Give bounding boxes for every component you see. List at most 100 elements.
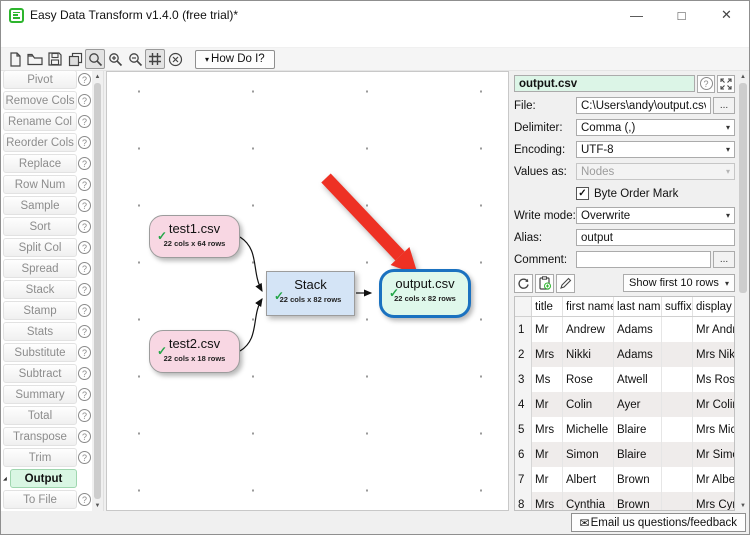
help-icon[interactable]: ? [78, 346, 91, 359]
sidebar-item-button[interactable]: Replace [3, 154, 77, 173]
save-icon[interactable] [45, 49, 65, 69]
comment-field[interactable] [576, 251, 711, 268]
sidebar-item-button[interactable]: Sample [3, 196, 77, 215]
browse-file-button[interactable]: ... [713, 97, 735, 114]
write-mode-select[interactable]: Overwrite ▾ [576, 207, 735, 224]
sidebar-item-button[interactable]: Split Col [3, 238, 77, 257]
help-icon[interactable]: ? [78, 157, 91, 170]
delimiter-select[interactable]: Comma (,) ▾ [576, 119, 735, 136]
reset-zoom-icon[interactable] [165, 49, 185, 69]
pan-zoom-icon[interactable] [85, 49, 105, 69]
table-row[interactable]: 5 Mrs Michelle Blaire Mrs Michelle Blair… [515, 417, 734, 442]
menu-item[interactable] [61, 36, 75, 40]
sidebar-item-button[interactable]: To File [3, 490, 77, 509]
zoom-out-icon[interactable] [125, 49, 145, 69]
help-icon[interactable]: ? [78, 178, 91, 191]
scroll-up-icon[interactable]: ▲ [740, 71, 746, 82]
help-icon[interactable]: ? [78, 451, 91, 464]
pipeline-canvas[interactable]: ✓ test1.csv 22 cols x 64 rows ✓ test2.cs… [106, 71, 509, 511]
help-icon[interactable]: ? [78, 388, 91, 401]
file-path-field[interactable] [576, 97, 711, 114]
toggle-grid-icon[interactable] [145, 49, 165, 69]
scroll-down-icon[interactable]: ▼ [95, 500, 101, 511]
table-row[interactable]: 2 Mrs Nikki Adams Mrs Nikki Adams [515, 342, 734, 367]
table-row[interactable]: 1 Mr Andrew Adams Mr Andrew Adams [515, 317, 734, 342]
menu-item[interactable] [19, 36, 33, 40]
sidebar-item-button[interactable]: Reorder Cols [3, 133, 77, 152]
sidebar-item: ◢ Trim ? [3, 448, 92, 467]
menu-item[interactable] [5, 36, 19, 40]
sidebar-item-button[interactable]: Total [3, 406, 77, 425]
inspector-scroll-thumb[interactable] [739, 83, 747, 293]
help-icon[interactable]: ? [78, 283, 91, 296]
how-do-i-button[interactable]: ▾ How Do I? [195, 50, 275, 69]
rows-filter-select[interactable]: Show first 10 rows ▾ [623, 274, 735, 292]
sidebar-item-button[interactable]: Summary [3, 385, 77, 404]
node-test2[interactable]: ✓ test2.csv 22 cols x 18 rows [149, 330, 240, 373]
sidebar-item: ◢ Row Num ? [3, 175, 92, 194]
edit-button[interactable] [556, 274, 575, 293]
help-icon[interactable]: ? [78, 220, 91, 233]
table-row[interactable]: 8 Mrs Cynthia Brown Mrs Cynthia Brown [515, 492, 734, 510]
help-icon[interactable]: ? [78, 115, 91, 128]
data-preview-table[interactable]: title first name last name suffix displa… [514, 296, 735, 511]
node-output-selected[interactable]: ✓ output.csv 22 cols x 82 rows [379, 269, 471, 318]
zoom-in-icon[interactable] [105, 49, 125, 69]
help-icon[interactable]: ? [78, 199, 91, 212]
help-icon[interactable]: ? [78, 262, 91, 275]
new-file-icon[interactable] [5, 49, 25, 69]
copy-to-clipboard-button[interactable] [535, 274, 554, 293]
sidebar-item-button[interactable]: Subtract [3, 364, 77, 383]
help-icon[interactable]: ? [78, 430, 91, 443]
help-icon[interactable]: ? [78, 94, 91, 107]
duplicate-icon[interactable] [65, 49, 85, 69]
sidebar-item-button[interactable]: Output [10, 469, 77, 488]
section-expand-icon[interactable]: ◢ [3, 476, 10, 482]
close-button[interactable]: ✕ [704, 1, 749, 29]
help-icon[interactable]: ? [78, 325, 91, 338]
table-row[interactable]: 4 Mr Colin Ayer Mr Colin Ayer [515, 392, 734, 417]
sidebar-scrollbar[interactable]: ▲ ▼ [92, 71, 103, 511]
table-row[interactable]: 7 Mr Albert Brown Mr Albert Brown [515, 467, 734, 492]
alias-field[interactable] [576, 229, 735, 246]
table-row[interactable]: 3 Ms Rose Atwell Ms Rose Atwell [515, 367, 734, 392]
help-icon[interactable]: ? [78, 493, 91, 506]
sidebar-item-button[interactable]: Transpose [3, 427, 77, 446]
help-icon[interactable]: ? [78, 367, 91, 380]
help-icon[interactable]: ? [78, 409, 91, 422]
sidebar-item-button[interactable]: Row Num [3, 175, 77, 194]
refresh-button[interactable] [514, 274, 533, 293]
node-test1[interactable]: ✓ test1.csv 22 cols x 64 rows [149, 215, 240, 258]
scroll-down-icon[interactable]: ▼ [740, 500, 746, 511]
sidebar-item-button[interactable]: Stack [3, 280, 77, 299]
table-row[interactable]: 6 Mr Simon Blaire Mr Simon Blaire [515, 442, 734, 467]
scroll-up-icon[interactable]: ▲ [95, 71, 101, 82]
inspector-scrollbar[interactable]: ▲ ▼ [737, 71, 749, 511]
sidebar-item-button[interactable]: Stamp [3, 301, 77, 320]
help-icon[interactable]: ? [78, 241, 91, 254]
minimize-button[interactable]: — [614, 1, 659, 29]
help-icon[interactable]: ? [78, 136, 91, 149]
help-icon[interactable]: ? [78, 304, 91, 317]
sidebar-item-button[interactable]: Spread [3, 259, 77, 278]
encoding-select[interactable]: UTF-8 ▾ [576, 141, 735, 158]
sidebar-item-button[interactable]: Substitute [3, 343, 77, 362]
sidebar-item-button[interactable]: Trim [3, 448, 77, 467]
sidebar-item-button[interactable]: Stats [3, 322, 77, 341]
maximize-button[interactable]: □ [659, 1, 704, 29]
sidebar-item-button[interactable]: Rename Col [3, 112, 77, 131]
byte-order-mark-checkbox[interactable]: ✓ [576, 187, 589, 200]
help-icon[interactable]: ? [78, 73, 91, 86]
sidebar-scroll-thumb[interactable] [94, 83, 101, 499]
menu-item[interactable] [33, 36, 47, 40]
email-feedback-button[interactable]: ✉ Email us questions/feedback [571, 513, 746, 532]
open-folder-icon[interactable] [25, 49, 45, 69]
menu-item[interactable] [47, 36, 61, 40]
node-stack[interactable]: ✓ Stack 22 cols x 82 rows [266, 271, 355, 316]
sidebar-item-button[interactable]: Remove Cols [3, 91, 77, 110]
comment-more-button[interactable]: ... [713, 251, 735, 268]
expand-panel-button[interactable] [717, 75, 735, 93]
sidebar-item-button[interactable]: Pivot [3, 71, 77, 89]
sidebar-item-button[interactable]: Sort [3, 217, 77, 236]
panel-help-button[interactable]: ? [697, 75, 715, 93]
